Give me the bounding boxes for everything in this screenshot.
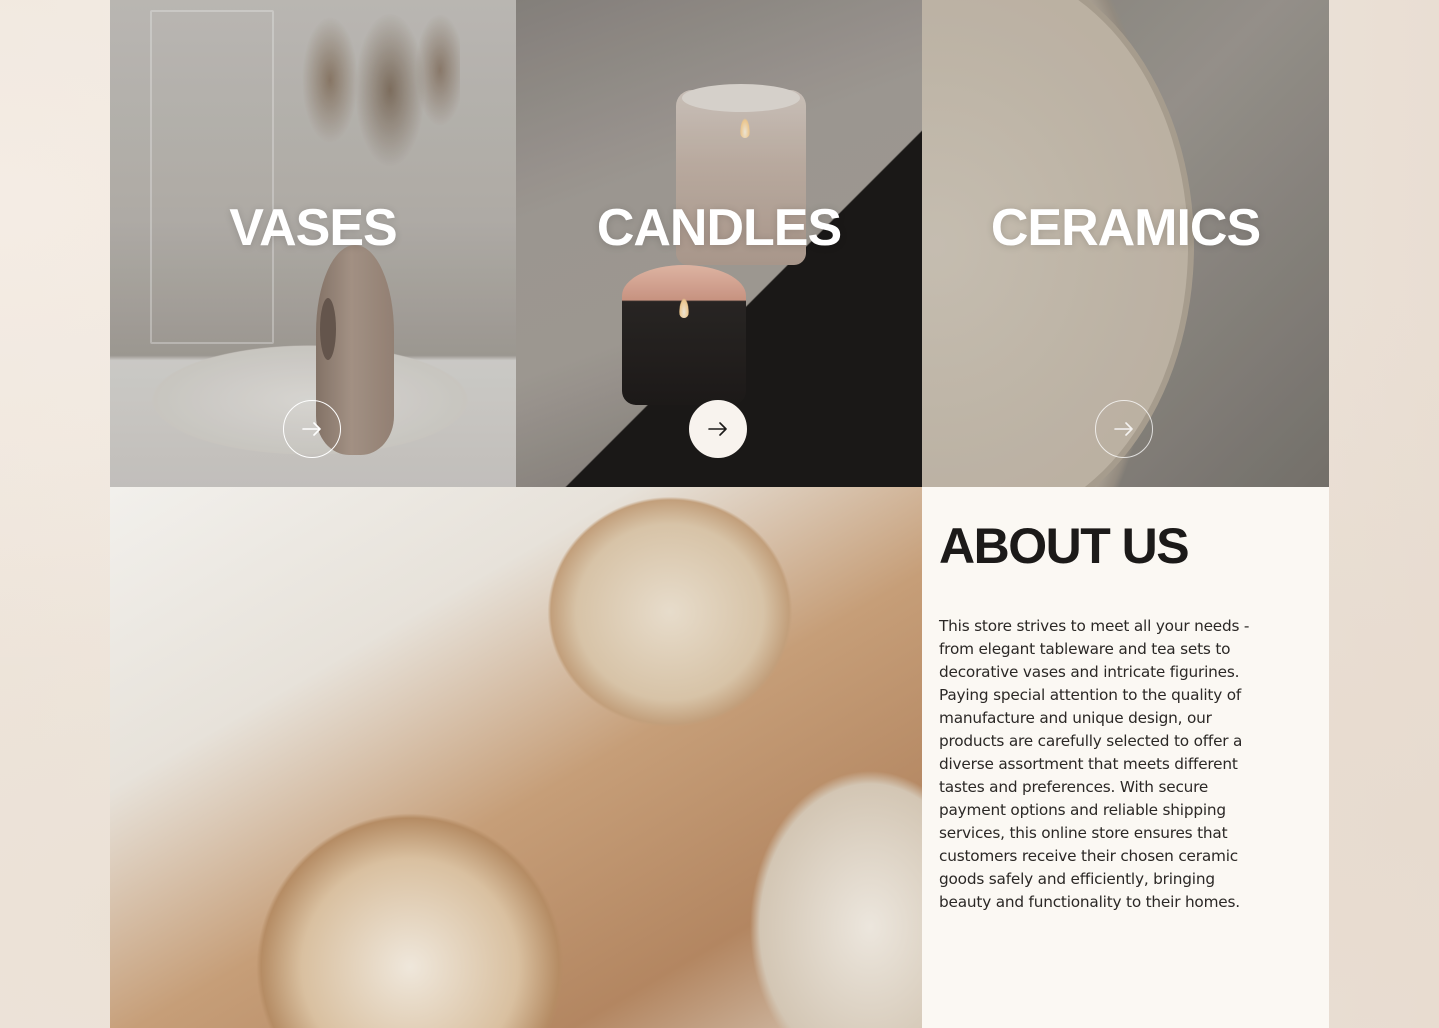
vases-arrow-button[interactable] xyxy=(283,400,341,458)
category-title-vases: VASES xyxy=(229,199,397,257)
about-title: ABOUT US xyxy=(939,518,1190,574)
category-page: VASES CANDLES CERAMICS ABOUT US This sto… xyxy=(110,0,1329,1028)
category-tile-candles[interactable]: CANDLES xyxy=(516,0,922,487)
category-title-candles: CANDLES xyxy=(596,199,842,257)
about-description: This store strives to meet all your need… xyxy=(939,617,1250,911)
arrow-right-icon xyxy=(1114,422,1133,436)
category-tile-vases[interactable]: VASES xyxy=(110,0,516,487)
category-title-ceramics: CERAMICS xyxy=(990,199,1261,257)
arrow-right-icon xyxy=(708,422,727,436)
ceramic-bowls-image xyxy=(110,487,922,1028)
category-tile-ceramics[interactable]: CERAMICS xyxy=(922,0,1329,487)
ceramics-arrow-button[interactable] xyxy=(1095,400,1153,458)
about-section: ABOUT US This store strives to meet all … xyxy=(922,487,1329,1028)
candles-arrow-button[interactable] xyxy=(689,400,747,458)
arrow-right-icon xyxy=(302,422,321,436)
